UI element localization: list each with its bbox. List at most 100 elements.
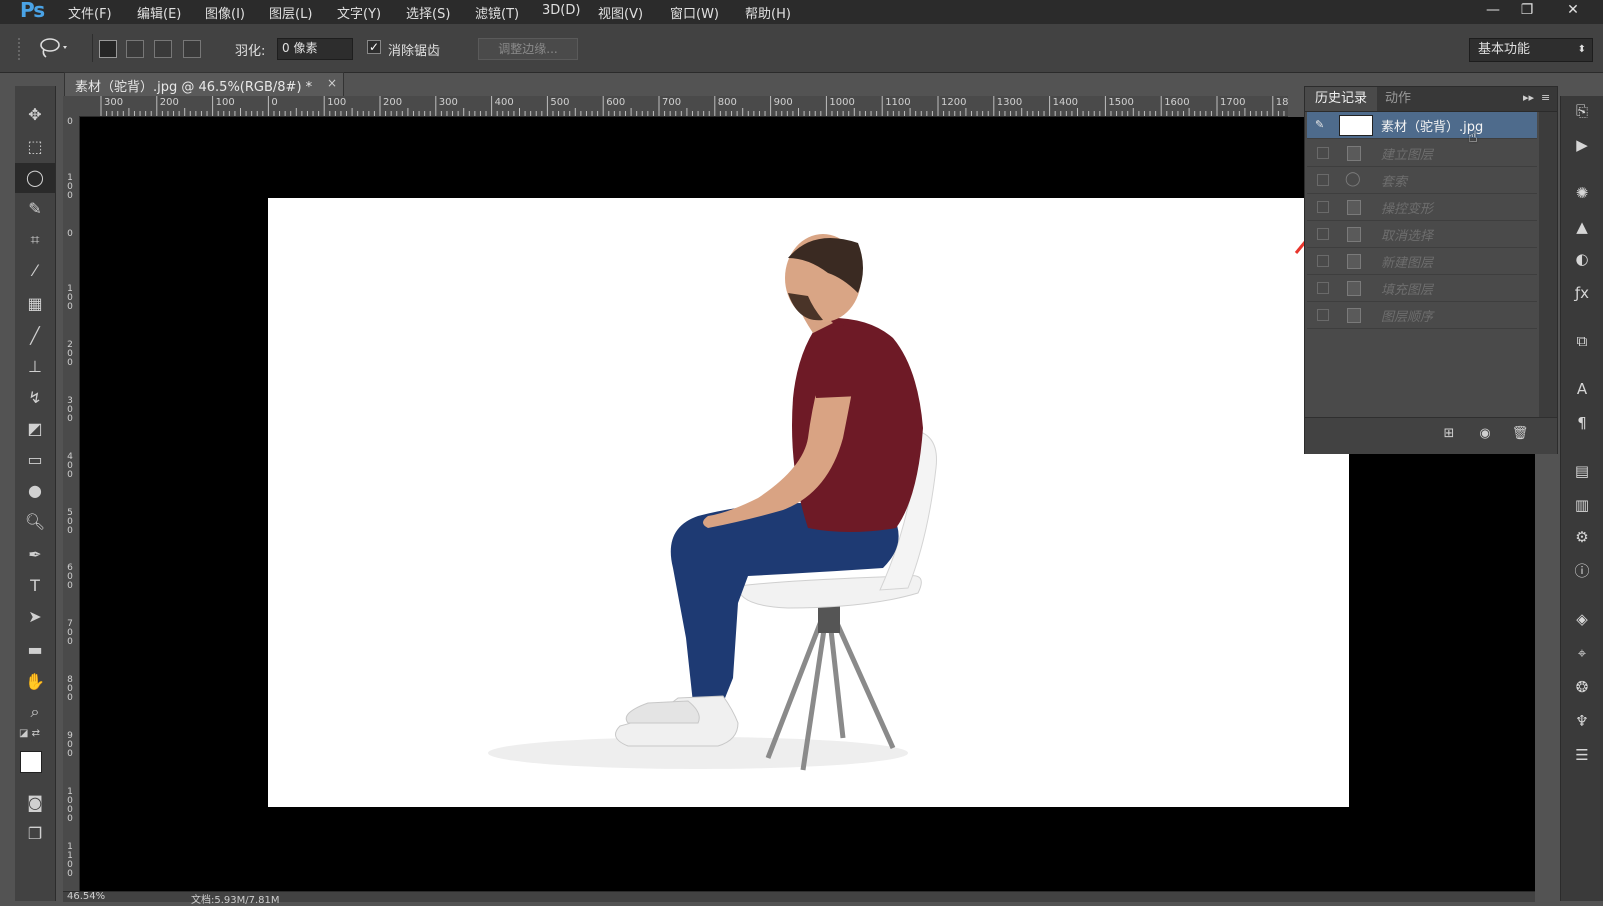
feather-input[interactable]: 0 像素 xyxy=(277,38,353,60)
screen-mode-icon[interactable]: ❐ xyxy=(15,819,55,849)
history-item[interactable]: 取消选择 xyxy=(1307,221,1537,248)
zoom-level[interactable]: 46.54% xyxy=(67,891,105,902)
menu-filter[interactable]: 滤镜(T) xyxy=(475,3,519,22)
styles-icon[interactable]: ƒx xyxy=(1568,280,1596,306)
stamp-tool-icon[interactable]: ⊥ xyxy=(15,352,55,382)
minimize-button[interactable]: — xyxy=(1479,0,1507,22)
character-icon[interactable]: A xyxy=(1568,376,1596,402)
workspace-select[interactable]: 基本功能 ⬍ xyxy=(1469,38,1593,62)
notes-icon[interactable]: ▥ xyxy=(1568,492,1596,518)
swatches-icon[interactable]: ▤ xyxy=(1568,458,1596,484)
clone-source-icon[interactable]: ⧉ xyxy=(1568,328,1596,354)
layers-icon[interactable]: ◈ xyxy=(1568,606,1596,632)
dodge-tool-icon[interactable]: 🔍︎ xyxy=(15,507,55,537)
properties-icon[interactable]: ⚙ xyxy=(1568,524,1596,550)
ruler-origin[interactable] xyxy=(63,96,80,117)
rectangle-tool-icon[interactable]: ▬ xyxy=(15,635,55,665)
document-tab[interactable]: 素材（驼背）.jpg @ 46.5%(RGB/8#) * × xyxy=(64,72,344,96)
menu-view[interactable]: 视图(V) xyxy=(598,3,643,22)
ruler-tick-label: 200 xyxy=(67,340,73,369)
ruler-tick-label: 18 xyxy=(1275,97,1288,108)
workspace-value: 基本功能 xyxy=(1478,42,1531,57)
history-source-checkbox[interactable] xyxy=(1317,255,1329,267)
brush-presets-icon[interactable]: ♆ xyxy=(1568,708,1596,734)
restore-button[interactable]: ❐ xyxy=(1513,0,1541,22)
trash-icon[interactable]: 🗑︎ xyxy=(1510,426,1530,444)
eraser-tool-icon[interactable]: ◩ xyxy=(15,414,55,444)
history-source-checkbox[interactable] xyxy=(1317,309,1329,321)
blur-tool-icon[interactable]: ● xyxy=(15,476,55,506)
hand-tool-icon[interactable]: ✋ xyxy=(15,667,55,697)
gradient-tool-icon[interactable]: ▭ xyxy=(15,445,55,475)
paths-icon[interactable]: ⌖ xyxy=(1568,640,1596,666)
vertical-ruler[interactable]: 0100010020030040050060070080090010001100… xyxy=(63,116,80,891)
history-brush-source-icon[interactable]: ✎ xyxy=(1315,118,1329,132)
foreground-color-swatch[interactable] xyxy=(20,751,42,773)
adjustments-icon[interactable]: ✺ xyxy=(1568,180,1596,206)
history-item[interactable]: 图层顺序 xyxy=(1307,302,1537,329)
document-image[interactable] xyxy=(268,198,1349,807)
new-document-from-state-icon[interactable]: ⊞ xyxy=(1439,426,1459,444)
camera-snapshot-icon[interactable]: ◉ xyxy=(1475,426,1495,444)
info-icon[interactable]: ⓘ xyxy=(1568,558,1596,584)
history-source-checkbox[interactable] xyxy=(1317,228,1329,240)
lasso-step-icon: ◯ xyxy=(1345,171,1361,187)
quick-select-tool-icon[interactable]: ✎ xyxy=(15,194,55,224)
menu-select[interactable]: 选择(S) xyxy=(406,3,450,22)
tab-actions[interactable]: 动作 xyxy=(1385,87,1411,111)
history-brush-tool-icon[interactable]: ↯ xyxy=(15,383,55,413)
pen-tool-icon[interactable]: ✒ xyxy=(15,540,55,570)
panel-menu-icon[interactable]: ▸▸ ≡ xyxy=(1523,91,1550,104)
subtract-selection-button[interactable] xyxy=(154,40,172,58)
type-tool-icon[interactable]: T xyxy=(15,571,55,601)
navigator-icon[interactable]: ◐ xyxy=(1568,246,1596,272)
history-item[interactable]: ◯ 套索 xyxy=(1307,167,1537,194)
marquee-tool-icon[interactable]: ⬚ xyxy=(15,132,55,162)
menu-layer[interactable]: 图层(L) xyxy=(269,3,312,22)
menu-3d[interactable]: 3D(D) xyxy=(542,3,580,18)
tab-history[interactable]: 历史记录 xyxy=(1305,87,1377,111)
move-tool-icon[interactable]: ✥ xyxy=(15,100,55,130)
tool-presets-icon[interactable]: ☰ xyxy=(1568,742,1596,768)
menu-type[interactable]: 文字(Y) xyxy=(337,3,381,22)
paragraph-icon[interactable]: ¶ xyxy=(1568,410,1596,436)
menu-edit[interactable]: 编辑(E) xyxy=(137,3,181,22)
lasso-tool-icon[interactable]: ◯ xyxy=(15,163,55,193)
antialias-checkbox[interactable]: ✓ xyxy=(367,40,381,54)
crop-tool-icon[interactable]: ⌗ xyxy=(15,225,55,255)
eyedropper-tool-icon[interactable]: ⁄ xyxy=(15,256,55,286)
horizontal-ruler[interactable]: 300 200 100 0 100 200 300 400 500 600 700 800 900 100… xyxy=(79,96,1288,117)
history-source-checkbox[interactable] xyxy=(1317,147,1329,159)
menu-file[interactable]: 文件(F) xyxy=(68,3,112,22)
history-item[interactable]: 操控变形 xyxy=(1307,194,1537,221)
lasso-preset-icon[interactable] xyxy=(38,36,72,65)
channels-icon[interactable]: ❂ xyxy=(1568,674,1596,700)
add-selection-button[interactable] xyxy=(126,40,144,58)
history-source-checkbox[interactable] xyxy=(1317,174,1329,186)
history-source-checkbox[interactable] xyxy=(1317,201,1329,213)
history-scrollbar[interactable] xyxy=(1539,112,1557,417)
menu-window[interactable]: 窗口(W) xyxy=(670,3,719,22)
path-select-tool-icon[interactable]: ➤ xyxy=(15,602,55,632)
options-grip[interactable] xyxy=(18,38,24,60)
zoom-tool-icon[interactable]: ⌕ xyxy=(15,697,55,727)
menu-image[interactable]: 图像(I) xyxy=(205,3,245,22)
histogram-icon[interactable]: ▲ xyxy=(1568,214,1596,240)
history-item[interactable]: 建立图层 xyxy=(1307,140,1537,167)
brush-tool-icon[interactable]: ╱ xyxy=(15,321,55,351)
history-item[interactable]: 填充图层 xyxy=(1307,275,1537,302)
close-window-button[interactable]: ✕ xyxy=(1559,0,1587,22)
intersect-selection-button[interactable] xyxy=(183,40,201,58)
healing-brush-tool-icon[interactable]: ▦ xyxy=(15,289,55,319)
quick-mask-icon[interactable]: ◙ xyxy=(15,788,55,818)
history-item[interactable]: 新建图层 xyxy=(1307,248,1537,275)
history-item-snapshot[interactable]: ✎ 素材（驼背）.jpg xyxy=(1307,112,1537,139)
new-selection-button[interactable] xyxy=(99,40,117,58)
refine-edge-button[interactable]: 调整边缘... xyxy=(478,38,578,60)
history-source-checkbox[interactable] xyxy=(1317,282,1329,294)
actions-panel-icon[interactable]: ▶ xyxy=(1568,132,1596,158)
default-colors-icon[interactable]: ◪ ⇄ xyxy=(19,728,40,739)
history-panel-icon[interactable]: ⎘ xyxy=(1568,98,1596,124)
close-tab-icon[interactable]: × xyxy=(327,76,337,90)
menu-help[interactable]: 帮助(H) xyxy=(745,3,791,22)
